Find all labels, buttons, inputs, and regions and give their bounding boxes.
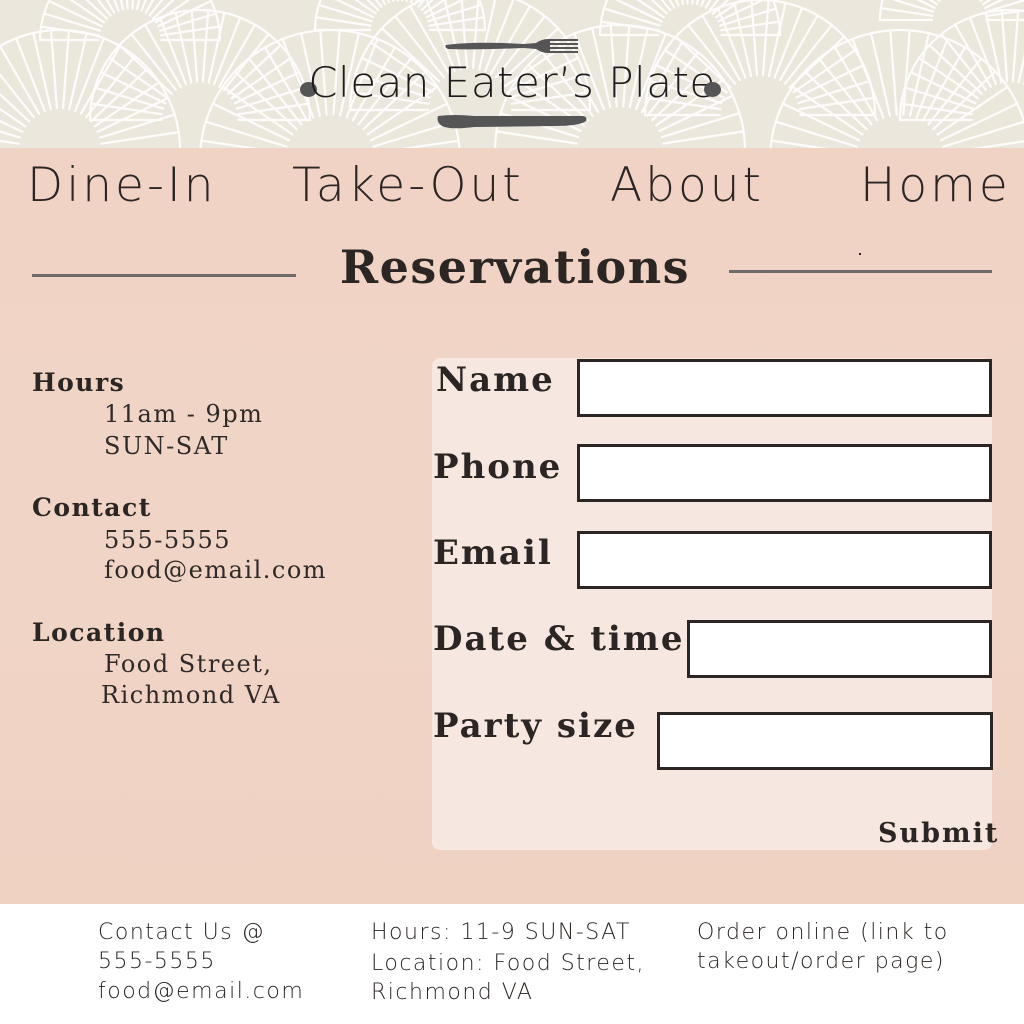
email-label: Email bbox=[433, 533, 553, 573]
footer-location: Location: Food Street, bbox=[371, 951, 646, 976]
site-logo[interactable]: Clean Eater’s Plate bbox=[300, 36, 724, 136]
decorative-speck bbox=[859, 253, 861, 255]
nav-take-out[interactable]: Take-Out bbox=[292, 158, 524, 214]
page-title: Reservations bbox=[339, 240, 691, 294]
hours-heading: Hours bbox=[32, 368, 126, 397]
location-heading: Location bbox=[32, 618, 166, 647]
reservations-panel: Dine-In Take-Out About Home Reservations… bbox=[0, 148, 1024, 904]
location-line: Food Street, bbox=[104, 650, 273, 678]
email-input[interactable] bbox=[577, 531, 992, 589]
site-footer: Contact Us @ 555-5555 food@email.com Hou… bbox=[0, 904, 1024, 1024]
brand-name: Clean Eater’s Plate bbox=[308, 58, 716, 107]
footer-contact-email[interactable]: food@email.com bbox=[98, 979, 304, 1004]
contact-heading: Contact bbox=[32, 493, 152, 522]
nav-home[interactable]: Home bbox=[860, 158, 1011, 214]
name-label: Name bbox=[436, 360, 555, 400]
submit-button[interactable]: Submit bbox=[878, 818, 999, 849]
reservation-form: Name Phone Email Date & time Party size … bbox=[432, 358, 997, 850]
title-divider-left bbox=[32, 274, 296, 277]
phone-input[interactable] bbox=[577, 444, 992, 502]
footer-contact-phone: 555-5555 bbox=[98, 949, 216, 974]
hours-line: SUN-SAT bbox=[104, 432, 229, 460]
party-size-label: Party size bbox=[433, 706, 638, 746]
footer-contact-line: Contact Us @ bbox=[98, 920, 266, 945]
contact-phone: 555-5555 bbox=[104, 526, 231, 554]
order-online-link[interactable]: Order online (link to bbox=[697, 920, 949, 945]
title-divider-right bbox=[729, 270, 992, 273]
location-line: Richmond VA bbox=[101, 681, 281, 709]
footer-hours: Hours: 11-9 SUN-SAT bbox=[371, 920, 631, 945]
contact-email: food@email.com bbox=[104, 556, 328, 584]
order-online-link[interactable]: takeout/order page) bbox=[697, 949, 945, 974]
phone-label: Phone bbox=[433, 447, 563, 487]
logo-dot-right bbox=[704, 82, 721, 97]
knife-icon bbox=[437, 115, 587, 129]
footer-location: Richmond VA bbox=[371, 980, 534, 1005]
nav-about[interactable]: About bbox=[610, 158, 764, 214]
fork-icon bbox=[445, 39, 578, 53]
site-header: Clean Eater’s Plate bbox=[0, 0, 1024, 148]
party-size-input[interactable] bbox=[657, 712, 993, 770]
nav-dine-in[interactable]: Dine-In bbox=[27, 158, 217, 214]
date-time-label: Date & time bbox=[433, 619, 685, 659]
hours-line: 11am - 9pm bbox=[104, 400, 264, 428]
name-input[interactable] bbox=[577, 359, 992, 417]
date-time-input[interactable] bbox=[687, 620, 992, 678]
